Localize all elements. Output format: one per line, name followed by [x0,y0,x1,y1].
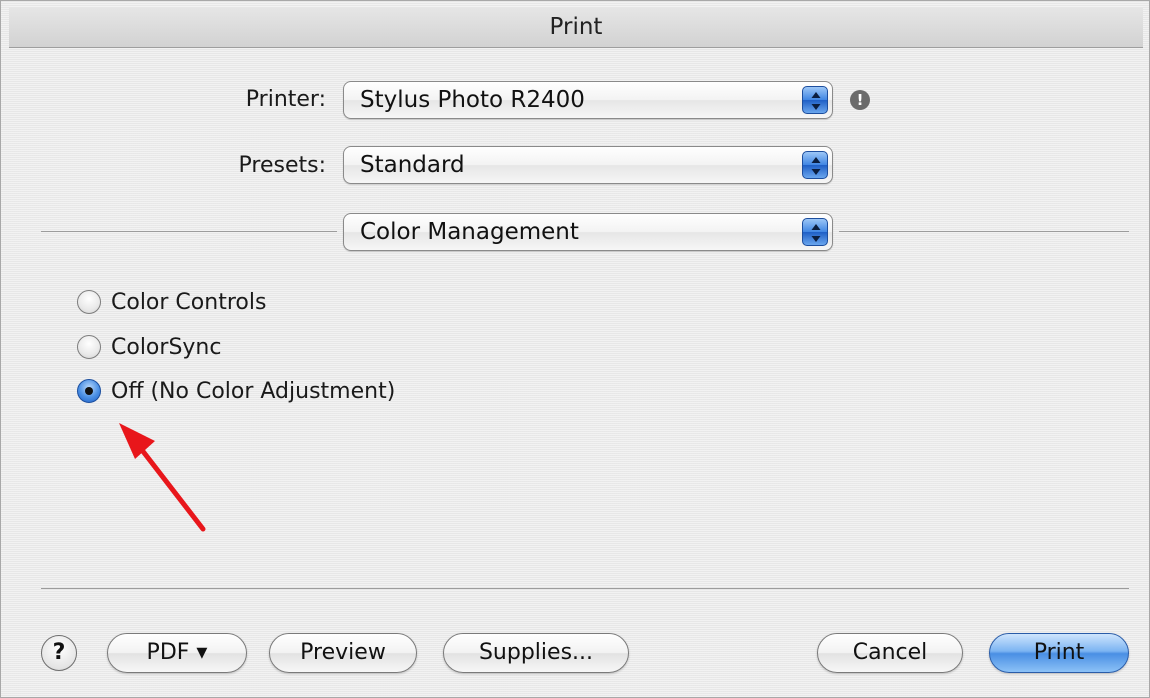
presets-popup[interactable]: Standard [343,146,833,184]
printer-label: Printer: [245,87,326,112]
radio-label: Off (No Color Adjustment) [111,378,396,404]
radio-label: ColorSync [111,334,222,360]
supplies-button[interactable]: Supplies... [443,633,629,673]
separator-bottom [41,588,1129,589]
popup-stepper-icon [802,151,828,179]
print-dialog: Print Printer: Stylus Photo R2400 ! Pres… [0,0,1150,698]
popup-stepper-icon [802,218,828,246]
presets-label: Presets: [238,153,326,178]
radio-colorsync[interactable]: ColorSync [77,332,221,362]
printer-popup[interactable]: Stylus Photo R2400 [343,81,833,119]
window-title: Print [9,7,1143,48]
popup-stepper-icon [802,86,828,114]
pdf-button[interactable]: PDF ▾ [107,633,247,673]
print-button[interactable]: Print [989,633,1129,673]
separator-right [839,231,1129,232]
radio-color-controls[interactable]: Color Controls [77,287,266,317]
preview-button[interactable]: Preview [269,633,417,673]
annotation-arrow-icon [119,423,206,532]
radio-label: Color Controls [111,289,267,315]
separator-left [41,231,337,232]
panel-popup[interactable]: Color Management [343,213,833,251]
radio-button[interactable] [77,290,101,314]
radio-button[interactable] [77,335,101,359]
printer-value: Stylus Photo R2400 [360,87,585,113]
radio-button-selected[interactable] [77,379,101,403]
help-button[interactable]: ? [41,635,77,671]
panel-value: Color Management [360,219,579,245]
printer-alert-icon[interactable]: ! [850,90,870,110]
presets-value: Standard [360,152,465,178]
radio-off-no-color-adjustment[interactable]: Off (No Color Adjustment) [77,376,395,406]
cancel-button[interactable]: Cancel [817,633,963,673]
